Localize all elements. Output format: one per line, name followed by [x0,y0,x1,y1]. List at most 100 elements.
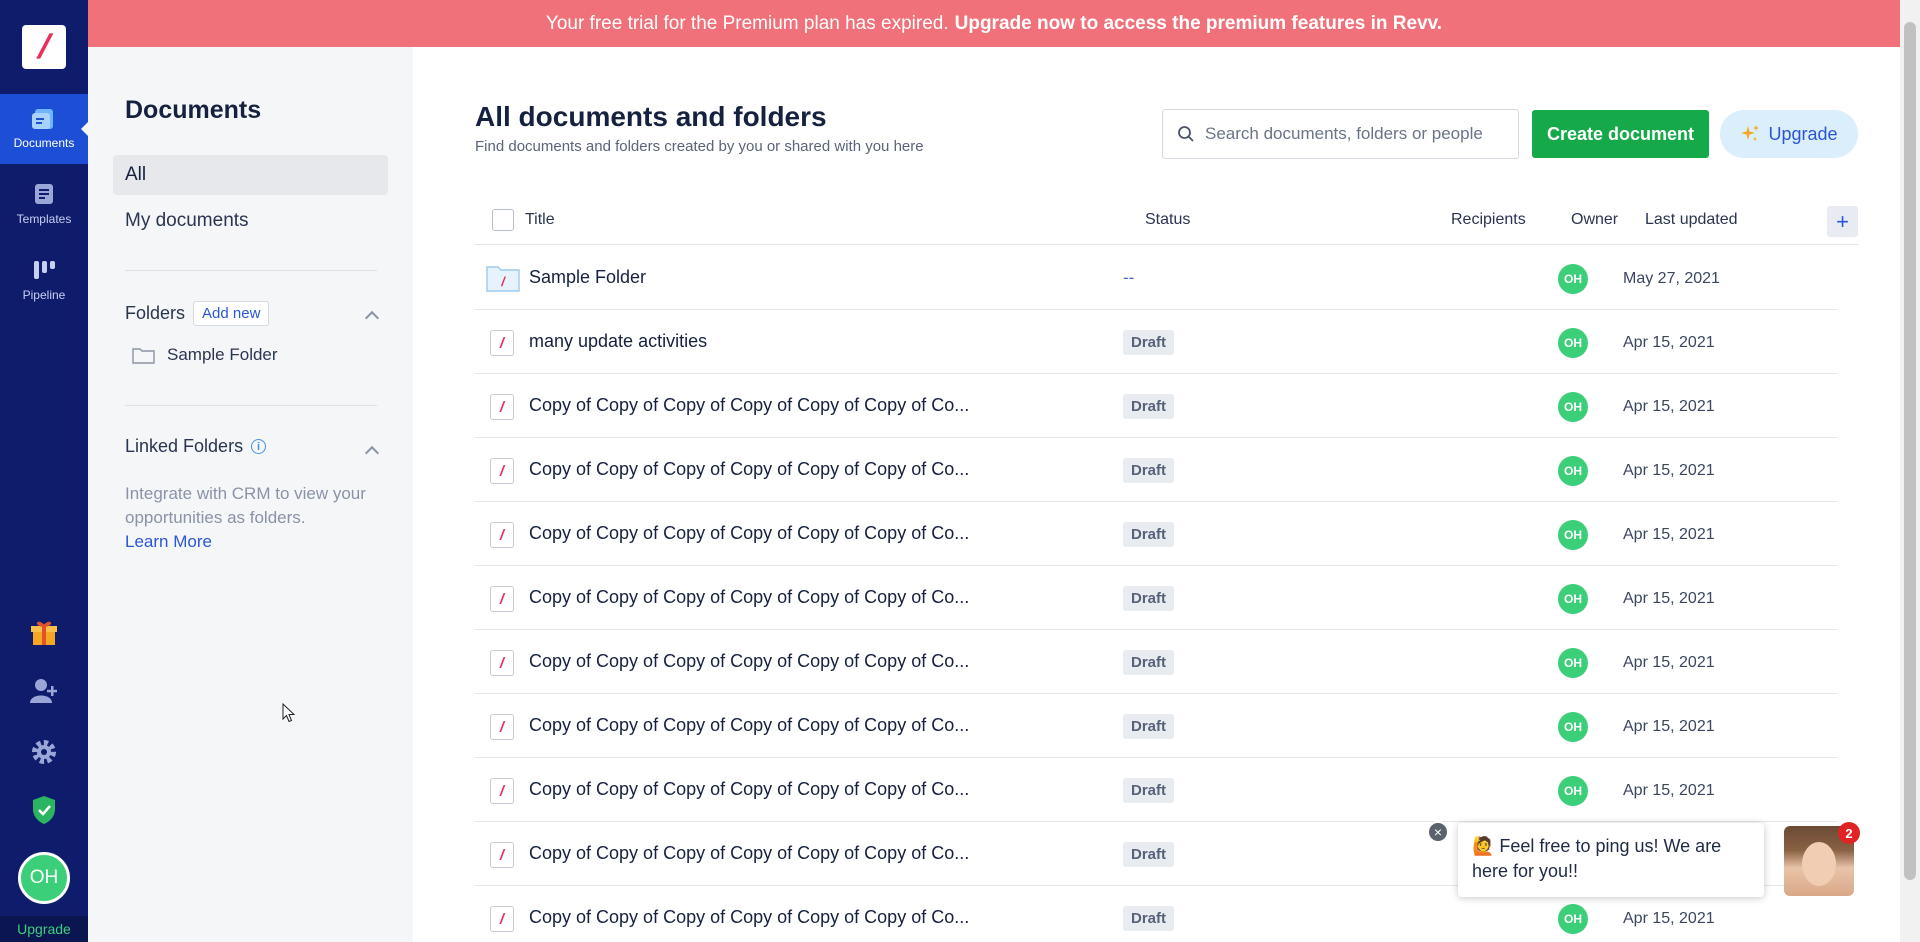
row-last-updated: Apr 15, 2021 [1623,782,1715,799]
row-title[interactable]: Copy of Copy of Copy of Copy of Copy of … [529,779,969,800]
table-row[interactable]: / Copy of Copy of Copy of Copy of Copy of… [475,630,1837,694]
document-icon: / [490,650,514,676]
page-scrollbar[interactable] [1900,0,1920,942]
document-icon: / [490,394,514,420]
scrollbar-thumb[interactable] [1904,22,1916,880]
row-last-updated: Apr 15, 2021 [1623,590,1715,607]
status-badge: Draft [1123,778,1175,803]
pipeline-icon [34,261,55,279]
document-icon: / [490,906,514,932]
document-icon: / [490,842,514,868]
status-badge: Draft [1123,714,1175,739]
status-badge: Draft [1123,394,1175,419]
row-title[interactable]: Sample Folder [529,267,646,288]
rail-item-documents[interactable]: Documents [0,94,88,164]
column-status[interactable]: Status [1145,211,1190,229]
sidebar-item-all[interactable]: All [113,155,388,195]
row-title[interactable]: Copy of Copy of Copy of Copy of Copy of … [529,395,969,416]
sidebar-item-my-documents[interactable]: My documents [125,210,249,232]
table-row[interactable]: / Copy of Copy of Copy of Copy of Copy of… [475,694,1837,758]
documents-sidebar: Documents All My documents Folders Add n… [88,47,413,942]
folders-collapse-chevron-icon[interactable] [364,310,380,326]
status-badge: Draft [1123,650,1175,675]
row-title[interactable]: Copy of Copy of Copy of Copy of Copy of … [529,459,969,480]
table-row[interactable]: / many update activities Draft OH Apr 15, 20… [475,310,1837,374]
owner-avatar: OH [1558,456,1588,486]
search-placeholder: Search documents, folders or people [1205,124,1483,143]
user-avatar[interactable]: OH [18,852,70,904]
table-row[interactable]: / Copy of Copy of Copy of Copy of Copy of… [475,438,1837,502]
row-last-updated: Apr 15, 2021 [1623,398,1715,415]
column-title[interactable]: Title [525,211,555,229]
chat-close-button[interactable]: × [1427,821,1449,843]
banner-text: Your free trial for the Premium plan has… [545,12,949,34]
status-badge: Draft [1123,906,1175,931]
document-icon: / [490,714,514,740]
row-title[interactable]: Copy of Copy of Copy of Copy of Copy of … [529,587,969,608]
column-owner[interactable]: Owner [1571,211,1618,229]
row-title[interactable]: Copy of Copy of Copy of Copy of Copy of … [529,715,969,736]
documents-icon [32,109,53,129]
folder-icon [132,347,155,364]
search-icon [1178,126,1194,142]
folder-row[interactable]: / Sample Folder -- OH May 27, 2021 [475,246,1837,310]
row-last-updated: Apr 15, 2021 [1623,718,1715,735]
column-recipients[interactable]: Recipients [1451,211,1526,229]
status-empty: -- [1123,268,1135,287]
add-column-button[interactable]: + [1827,206,1858,237]
folder-name: Sample Folder [167,345,278,364]
row-title[interactable]: Copy of Copy of Copy of Copy of Copy of … [529,523,969,544]
upgrade-button[interactable]: Upgrade [1720,110,1858,158]
rail-item-pipeline[interactable]: Pipeline [0,246,88,316]
revv-logo[interactable]: / [22,25,66,69]
row-title[interactable]: many update activities [529,331,707,352]
row-title[interactable]: Copy of Copy of Copy of Copy of Copy of … [529,843,969,864]
chat-message-bubble[interactable]: 🙋 Feel free to ping us! We are here for … [1458,823,1764,897]
rail-item-label: Templates [16,212,72,226]
row-last-updated: May 27, 2021 [1623,270,1720,287]
table-row[interactable]: / Copy of Copy of Copy of Copy of Copy of… [475,374,1837,438]
owner-avatar: OH [1558,520,1588,550]
create-document-button[interactable]: Create document [1532,110,1709,158]
upgrade-button-label: Upgrade [1768,123,1838,144]
column-last-updated[interactable]: Last updated [1645,211,1738,229]
rail-item-templates[interactable]: Templates [0,170,88,240]
linked-folders-header: Linked Folders i [125,436,267,457]
gift-icon[interactable] [28,617,60,649]
sidebar-folder-item[interactable]: Sample Folder [132,345,278,365]
folder-icon: / [486,266,520,292]
chat-unread-badge: 2 [1838,822,1860,844]
search-input[interactable]: Search documents, folders or people [1162,109,1519,159]
templates-icon [35,184,53,204]
rail-item-label: Pipeline [22,288,66,302]
document-icon: / [490,778,514,804]
crm-integration-text: Integrate with CRM to view your opportun… [125,482,385,554]
select-all-checkbox[interactable] [492,209,514,231]
crm-description: Integrate with CRM to view your opportun… [125,484,366,527]
learn-more-link[interactable]: Learn More [125,530,385,554]
status-badge: Draft [1123,842,1175,867]
linked-folders-collapse-chevron-icon[interactable] [364,445,380,461]
document-icon: / [490,522,514,548]
rail-upgrade-link[interactable]: Upgrade [0,916,88,942]
owner-avatar: OH [1558,904,1588,934]
table-row[interactable]: / Copy of Copy of Copy of Copy of Copy of… [475,758,1837,822]
table-row[interactable]: / Copy of Copy of Copy of Copy of Copy of… [475,566,1837,630]
status-badge: Draft [1123,586,1175,611]
add-user-icon[interactable] [28,675,60,707]
banner-upgrade-link[interactable]: Upgrade now to access the premium featur… [955,13,1442,35]
add-folder-button[interactable]: Add new [193,301,270,326]
rail-item-label: Documents [13,136,75,150]
page-title: All documents and folders [475,101,827,132]
trial-expired-banner: Your free trial for the Premium plan has… [88,0,1900,47]
info-icon[interactable]: i [251,439,267,454]
table-row[interactable]: / Copy of Copy of Copy of Copy of Copy of… [475,502,1837,566]
row-title[interactable]: Copy of Copy of Copy of Copy of Copy of … [529,907,969,928]
shield-check-icon[interactable] [28,794,60,826]
row-title[interactable]: Copy of Copy of Copy of Copy of Copy of … [529,651,969,672]
owner-avatar: OH [1558,328,1588,358]
gear-icon[interactable] [28,736,60,768]
owner-avatar: OH [1558,392,1588,422]
row-last-updated: Apr 15, 2021 [1623,654,1715,671]
owner-avatar: OH [1558,712,1588,742]
